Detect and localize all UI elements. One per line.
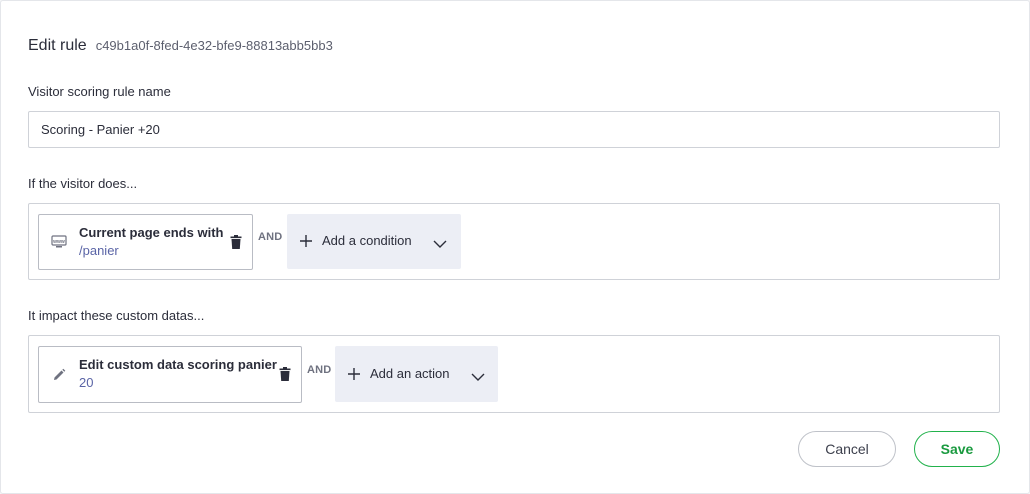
page-header: Edit rule c49b1a0f-8fed-4e32-bfe9-88813a… (28, 37, 333, 55)
plus-icon (299, 234, 313, 248)
condition-chip[interactable]: www Current page ends with /panier (38, 214, 253, 270)
condition-text: Current page ends with /panier (79, 224, 223, 259)
edit-rule-panel: Edit rule c49b1a0f-8fed-4e32-bfe9-88813a… (0, 0, 1030, 494)
condition-value: /panier (79, 243, 119, 258)
conditions-label: If the visitor does... (28, 176, 138, 191)
chevron-down-icon (433, 236, 447, 248)
action-chip[interactable]: Edit custom data scoring panier 20 (38, 346, 302, 403)
rule-id: c49b1a0f-8fed-4e32-bfe9-88813abb5bb3 (95, 38, 333, 53)
add-condition-button[interactable]: Add a condition (287, 214, 461, 269)
and-label: AND (307, 364, 332, 376)
add-action-button[interactable]: Add an action (335, 346, 498, 402)
actions-label: It impact these custom datas... (28, 308, 205, 323)
save-button[interactable]: Save (914, 431, 1000, 467)
delete-condition-icon[interactable] (230, 235, 244, 251)
actions-box: Edit custom data scoring panier 20 AND A… (28, 335, 1000, 413)
rule-name-label: Visitor scoring rule name (28, 84, 171, 99)
pencil-icon (51, 367, 67, 383)
add-condition-label: Add a condition (322, 233, 412, 248)
condition-title: Current page ends with (79, 225, 224, 240)
action-value: 20 (79, 375, 94, 390)
rule-name-input[interactable] (28, 111, 1000, 148)
cancel-button[interactable]: Cancel (798, 431, 896, 467)
page-title: Edit rule (28, 37, 87, 54)
plus-icon (347, 367, 361, 381)
chevron-down-icon (471, 369, 485, 381)
add-action-label: Add an action (370, 366, 450, 381)
svg-text:www: www (52, 239, 65, 245)
action-text: Edit custom data scoring panier 20 (79, 356, 277, 391)
conditions-box: www Current page ends with /panier AND A… (28, 203, 1000, 280)
and-label: AND (258, 231, 283, 243)
delete-action-icon[interactable] (279, 367, 293, 383)
www-icon: www (51, 234, 67, 250)
action-title: Edit custom data scoring panier (79, 357, 277, 372)
